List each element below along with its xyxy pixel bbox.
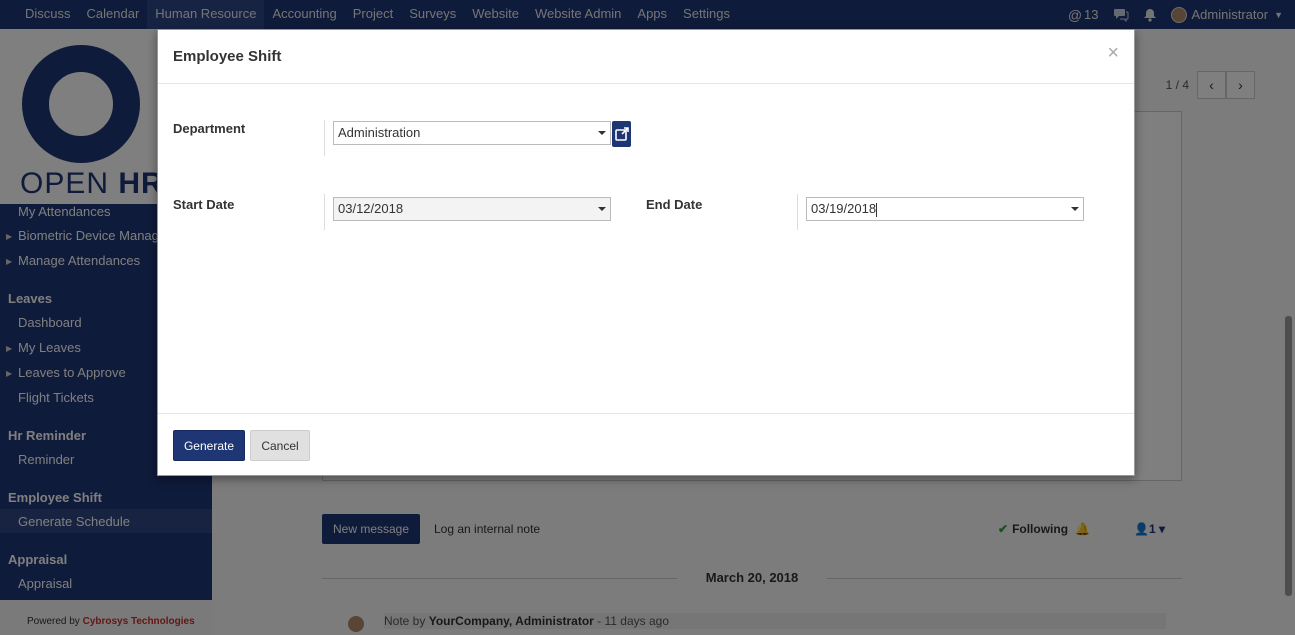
employee-shift-dialog: Employee Shift × Department Administrati… [157, 29, 1135, 476]
start-date-label: Start Date [173, 197, 235, 212]
department-label: Department [173, 121, 246, 136]
start-date-field-divider [324, 194, 325, 230]
cancel-button[interactable]: Cancel [250, 430, 310, 461]
generate-button[interactable]: Generate [173, 430, 245, 461]
end-date-input[interactable]: 03/19/2018 [806, 197, 1084, 221]
end-date-label: End Date [646, 197, 703, 212]
start-date-input[interactable]: 03/12/2018 [333, 197, 611, 221]
external-link-icon [614, 127, 629, 141]
close-icon[interactable]: × [1107, 42, 1119, 65]
department-value: Administration [338, 125, 421, 140]
modal-title: Employee Shift [173, 48, 282, 65]
end-date-value: 03/19/2018 [811, 201, 877, 216]
department-field-divider [324, 120, 325, 156]
end-date-field-divider [797, 194, 798, 230]
start-date-value: 03/12/2018 [338, 201, 404, 216]
modal-footer: Generate Cancel [158, 413, 1134, 475]
dropdown-arrow-icon [1071, 207, 1079, 211]
modal-header: Employee Shift × [158, 30, 1134, 84]
department-external-button[interactable] [612, 121, 631, 147]
text-cursor [876, 202, 878, 217]
dropdown-arrow-icon [598, 207, 606, 211]
department-select[interactable]: Administration [333, 121, 611, 145]
dropdown-arrow-icon [598, 131, 606, 135]
